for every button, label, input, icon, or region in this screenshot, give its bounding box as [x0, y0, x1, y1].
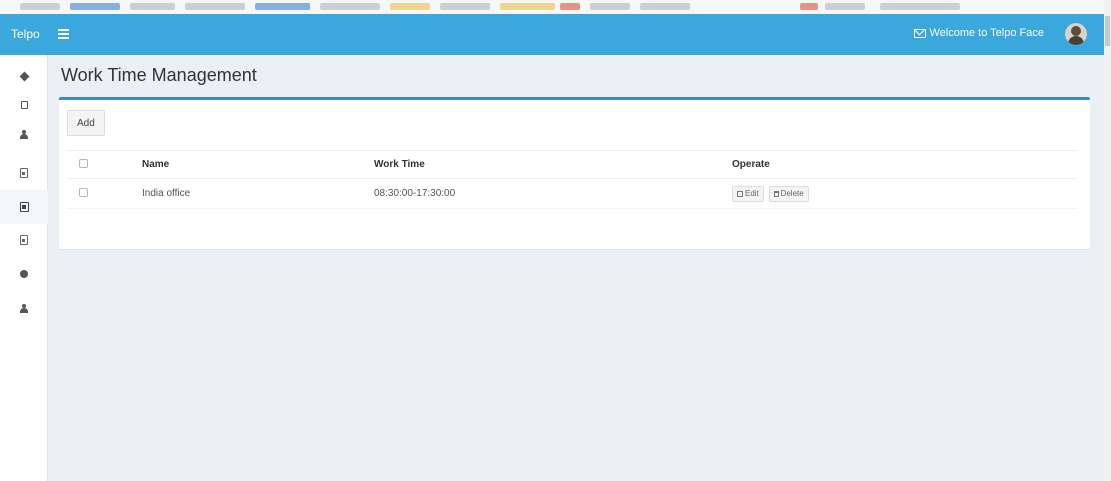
trash-icon	[773, 190, 779, 197]
header-work-time[interactable]: Work Time	[374, 150, 732, 179]
mail-icon	[914, 28, 927, 38]
bookmark-item[interactable]	[185, 3, 245, 10]
main-content: Work Time Management Add Name Work Time …	[48, 55, 1104, 481]
bookmark-item[interactable]	[440, 3, 490, 10]
edit-label: Edit	[745, 189, 759, 198]
bookmark-item[interactable]	[320, 3, 380, 10]
row-select-cell	[67, 178, 142, 209]
welcome-message[interactable]: Welcome to Telpo Face	[914, 27, 1044, 39]
bookmark-item[interactable]	[590, 3, 630, 10]
bookmark-item[interactable]	[500, 3, 555, 10]
hamburger-menu-icon[interactable]	[56, 27, 72, 41]
sidebar-item-settings[interactable]	[0, 257, 48, 291]
document-icon	[20, 168, 28, 178]
brand-logo[interactable]: Telpo	[11, 27, 40, 41]
bookmark-item[interactable]	[880, 3, 960, 10]
sidebar-item-admin[interactable]	[0, 291, 48, 325]
gear-icon	[20, 270, 28, 278]
row-name: India office	[142, 178, 374, 209]
work-time-table: Name Work Time Operate India office 08:3…	[67, 150, 1077, 209]
edit-button[interactable]: Edit	[732, 185, 764, 202]
sidebar-item-records[interactable]	[0, 156, 48, 190]
header-select-all	[67, 150, 142, 179]
dashboard-icon	[19, 71, 29, 81]
bookmark-item[interactable]	[130, 3, 175, 10]
welcome-text: Welcome to Telpo Face	[929, 27, 1044, 39]
sidebar	[0, 55, 48, 481]
bookmark-item[interactable]	[560, 3, 580, 10]
sidebar-item-work-time[interactable]	[0, 190, 48, 224]
page-scrollbar[interactable]	[1104, 0, 1111, 481]
bookmark-item[interactable]	[800, 3, 818, 10]
bookmark-item[interactable]	[640, 3, 690, 10]
sidebar-item-report[interactable]	[0, 223, 48, 257]
work-time-icon	[19, 202, 29, 212]
add-button[interactable]: Add	[67, 110, 105, 136]
user-icon	[20, 129, 28, 139]
scrollbar-thumb[interactable]	[1105, 16, 1110, 46]
edit-icon	[737, 190, 743, 197]
report-icon	[20, 235, 28, 245]
select-all-checkbox[interactable]	[79, 158, 88, 168]
header-operate: Operate	[732, 150, 1077, 179]
table-row: India office 08:30:00-17:30:00 Edit Dele…	[67, 178, 1077, 209]
bookmark-item[interactable]	[390, 3, 430, 10]
bookmark-item[interactable]	[255, 3, 310, 10]
admin-user-icon	[20, 303, 28, 313]
bookmark-item[interactable]	[70, 3, 120, 10]
delete-button[interactable]: Delete	[768, 185, 809, 202]
browser-bookmark-bar	[0, 0, 1111, 14]
row-operate: Edit Delete	[732, 178, 1077, 209]
row-checkbox[interactable]	[79, 187, 88, 197]
work-time-panel: Add Name Work Time Operate India office …	[59, 97, 1090, 249]
sidebar-item-users[interactable]	[0, 117, 48, 151]
bookmark-item[interactable]	[20, 3, 60, 10]
top-navbar: Telpo Welcome to Telpo Face	[0, 14, 1104, 55]
bookmark-item[interactable]	[825, 3, 865, 10]
avatar[interactable]	[1065, 23, 1087, 45]
header-name[interactable]: Name	[142, 150, 374, 179]
row-work-time: 08:30:00-17:30:00	[374, 178, 732, 209]
page-title: Work Time Management	[61, 65, 257, 85]
delete-label: Delete	[780, 189, 804, 198]
table-header-row: Name Work Time Operate	[67, 150, 1077, 179]
device-icon	[20, 101, 28, 109]
